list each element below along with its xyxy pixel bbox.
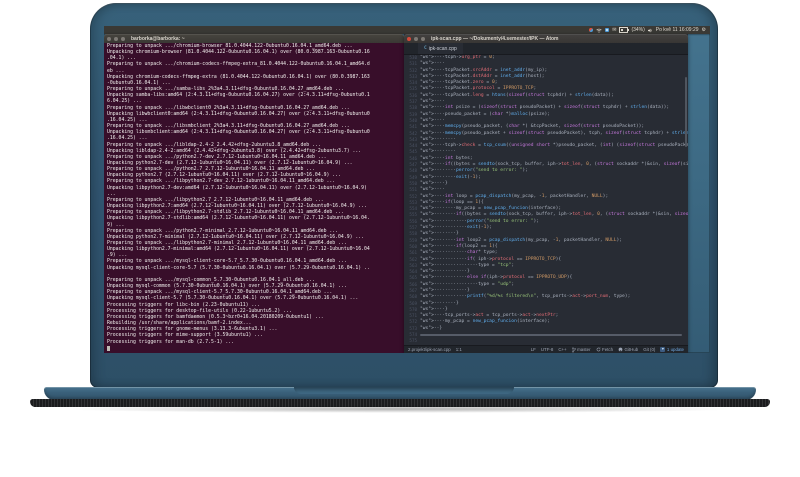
clock[interactable]: Po kvě 11 16:09:29 [656, 26, 699, 34]
mail-icon[interactable]: ✉ [612, 26, 616, 34]
code-line[interactable]: "ws">····tcpPacket.leng = htons(sizeof(s… [420, 93, 614, 99]
laptop-shadow [58, 405, 742, 413]
cpp-file-icon: C [424, 46, 427, 51]
editor-tab-bar: C ipk-scan.cpp [404, 43, 688, 55]
terminal-output-line: Unpacking libpython2.7-dev:amd64 (2.7.12… [107, 185, 367, 191]
tab-ipk-scan[interactable]: C ipk-scan.cpp [418, 43, 463, 54]
update-label: 1 update [666, 346, 684, 352]
fetch-label: Fetch [602, 346, 614, 352]
sync-icon [596, 347, 600, 352]
code-lines: 530 "ws">····tcph->urg_ptr = 0; 531 "ws">··… [404, 55, 688, 345]
terminal-cursor-line [107, 345, 401, 353]
status-github[interactable]: GitHub [618, 346, 638, 354]
code-line[interactable]: "ws">····tcph->check = tcp_csum((unsigne… [420, 143, 688, 149]
terminal-titlebar[interactable]: barborka@barborka: ~ [104, 34, 404, 43]
horizontal-scrollbar[interactable] [420, 334, 682, 336]
terminal-output-line: Unpacking libsmbclient:amd64 (2:4.3.11+d… [107, 130, 370, 136]
close-icon[interactable] [407, 36, 411, 41]
tab-label: ipk-scan.cpp [428, 45, 457, 52]
session-gear-icon[interactable]: ⚙ [702, 26, 706, 34]
terminal-output-line: Unpacking mysql-client-5.7 (5.7.30-0ubun… [107, 296, 359, 302]
minimize-icon[interactable] [114, 36, 118, 41]
branch-icon [571, 347, 576, 352]
close-icon[interactable] [107, 36, 111, 41]
editor-window: ipk-scan.cpp — ~/Dokumenty/4.semester/IP… [404, 34, 688, 353]
code-line[interactable]: "ws">··} [420, 326, 442, 332]
terminal-output-line: Unpacking libwbclient0:amd64 (2:4.3.11+d… [107, 111, 370, 117]
status-line-ending[interactable]: LF [531, 346, 536, 354]
terminal-output-line: Unpacking libldap-2.4-2:amd64 (2.4.42+df… [107, 148, 362, 154]
editor-title: ipk-scan.cpp — ~/Dokumenty/4.semester/IP… [431, 35, 559, 42]
battery-icon[interactable] [619, 27, 629, 33]
wifi-icon[interactable] [596, 28, 602, 33]
status-file-path[interactable]: 2.projekt/ipk-scan.cpp [408, 346, 451, 354]
code-row: 575 [404, 338, 688, 344]
status-git-branch[interactable]: master [571, 346, 591, 354]
system-tray: ✉ (34%) Po kvě 11 16:09:29 ⚙ [589, 26, 706, 34]
branch-name: master [577, 346, 591, 352]
terminal-output-line: Unpacking mysql-client-core-5.7 (5.7.30-… [107, 265, 370, 271]
terminal-window: barborka@barborka: ~ Preparing to unpack… [104, 34, 404, 353]
status-cursor-position[interactable]: 1:1 [456, 346, 462, 354]
terminal-cursor [107, 345, 110, 351]
keyboard-indicator-icon[interactable] [605, 28, 610, 32]
vertical-scrollbar[interactable] [685, 77, 687, 147]
laptop-base-notch [294, 387, 514, 394]
terminal-output[interactable]: Preparing to unpack .../chromium-browser… [104, 43, 404, 353]
status-grammar[interactable]: C++ [558, 346, 566, 354]
maximize-icon[interactable] [421, 36, 425, 41]
volume-icon[interactable] [647, 28, 653, 33]
status-fetch[interactable]: Fetch [596, 346, 613, 354]
system-top-bar: ✉ (34%) Po kvě 11 16:09:29 ⚙ [104, 26, 710, 34]
app-indicator-icon[interactable] [589, 28, 594, 32]
terminal-output-line: Unpacking chromium-browser (81.0.4044.12… [107, 50, 370, 56]
terminal-title: barborka@barborka: ~ [131, 35, 185, 42]
battery-percent: (34%) [631, 27, 645, 33]
status-git-changes[interactable]: Git (0) [643, 346, 655, 354]
minimize-icon[interactable] [414, 36, 418, 41]
github-label: GitHub [624, 346, 639, 352]
editor-status-bar: 2.projekt/ipk-scan.cpp 1:1 LF UTF-8 C++ … [404, 345, 688, 353]
line-number: 575 [409, 338, 417, 344]
terminal-output-line: Unpacking libpython2.7-minimal:amd64 (2.… [107, 247, 370, 253]
status-encoding[interactable]: UTF-8 [541, 346, 553, 354]
code-line[interactable]: "ws">····memcpy(pseudo_packet + sizeof(s… [420, 131, 688, 137]
code-editor[interactable]: 530 "ws">····tcph->urg_ptr = 0; 531 "ws">··… [404, 55, 688, 345]
terminal-output-line: Unpacking libpython2.7-stdlib:amd64 (2.7… [107, 216, 370, 222]
terminal-output-line: Unpacking samba-libs:amd64 (2:4.3.11+dfs… [107, 93, 370, 99]
status-update[interactable]: ▾ 1 update [660, 346, 684, 354]
maximize-icon[interactable] [121, 36, 125, 41]
github-icon [618, 347, 623, 352]
terminal-output-line: Preparing to unpack .../chromium-codecs-… [107, 62, 370, 68]
update-icon: ▾ [660, 346, 666, 352]
editor-titlebar[interactable]: ipk-scan.cpp — ~/Dokumenty/4.semester/IP… [404, 34, 688, 43]
laptop-screen: ✉ (34%) Po kvě 11 16:09:29 ⚙ barborka@ba… [104, 26, 710, 353]
